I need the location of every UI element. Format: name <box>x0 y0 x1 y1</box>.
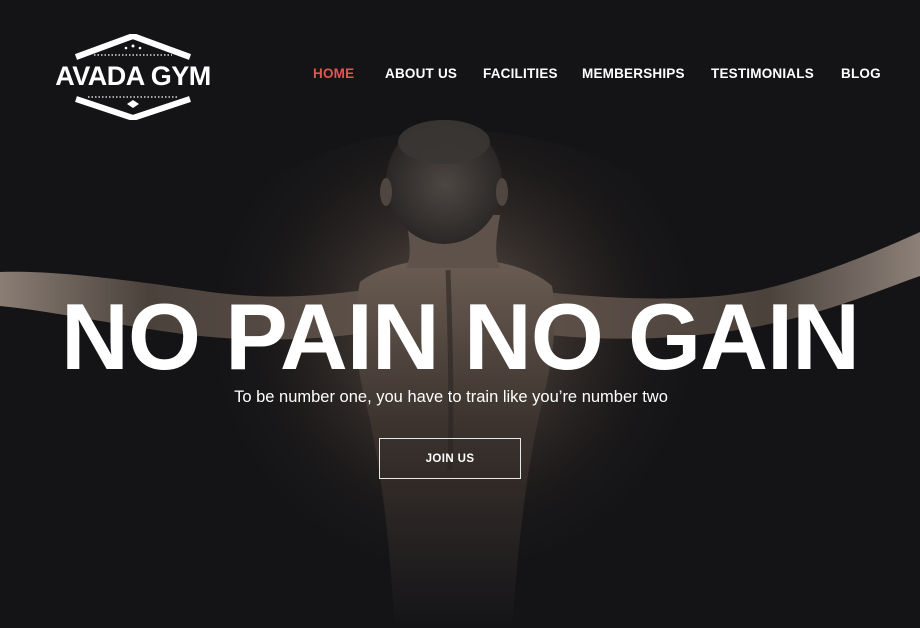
landing-page: AVADA GYM HOME ABOUT US FACILITIES MEMBE… <box>0 0 920 628</box>
nav-item-memberships[interactable]: MEMBERSHIPS <box>582 66 685 81</box>
hero-subline: To be number one, you have to train like… <box>234 388 668 406</box>
nav-item-testimonials[interactable]: TESTIMONIALS <box>711 66 814 81</box>
nav-item-facilities[interactable]: FACILITIES <box>483 66 558 81</box>
nav-item-home[interactable]: HOME <box>313 66 354 81</box>
hero-headline: NO PAIN NO GAIN <box>61 284 860 389</box>
nav-item-about-us[interactable]: ABOUT US <box>385 66 457 81</box>
nav-item-blog[interactable]: BLOG <box>841 66 881 81</box>
join-us-button[interactable]: JOIN US <box>379 438 521 479</box>
main-nav: HOME ABOUT US FACILITIES MEMBERSHIPS TES… <box>0 66 920 86</box>
